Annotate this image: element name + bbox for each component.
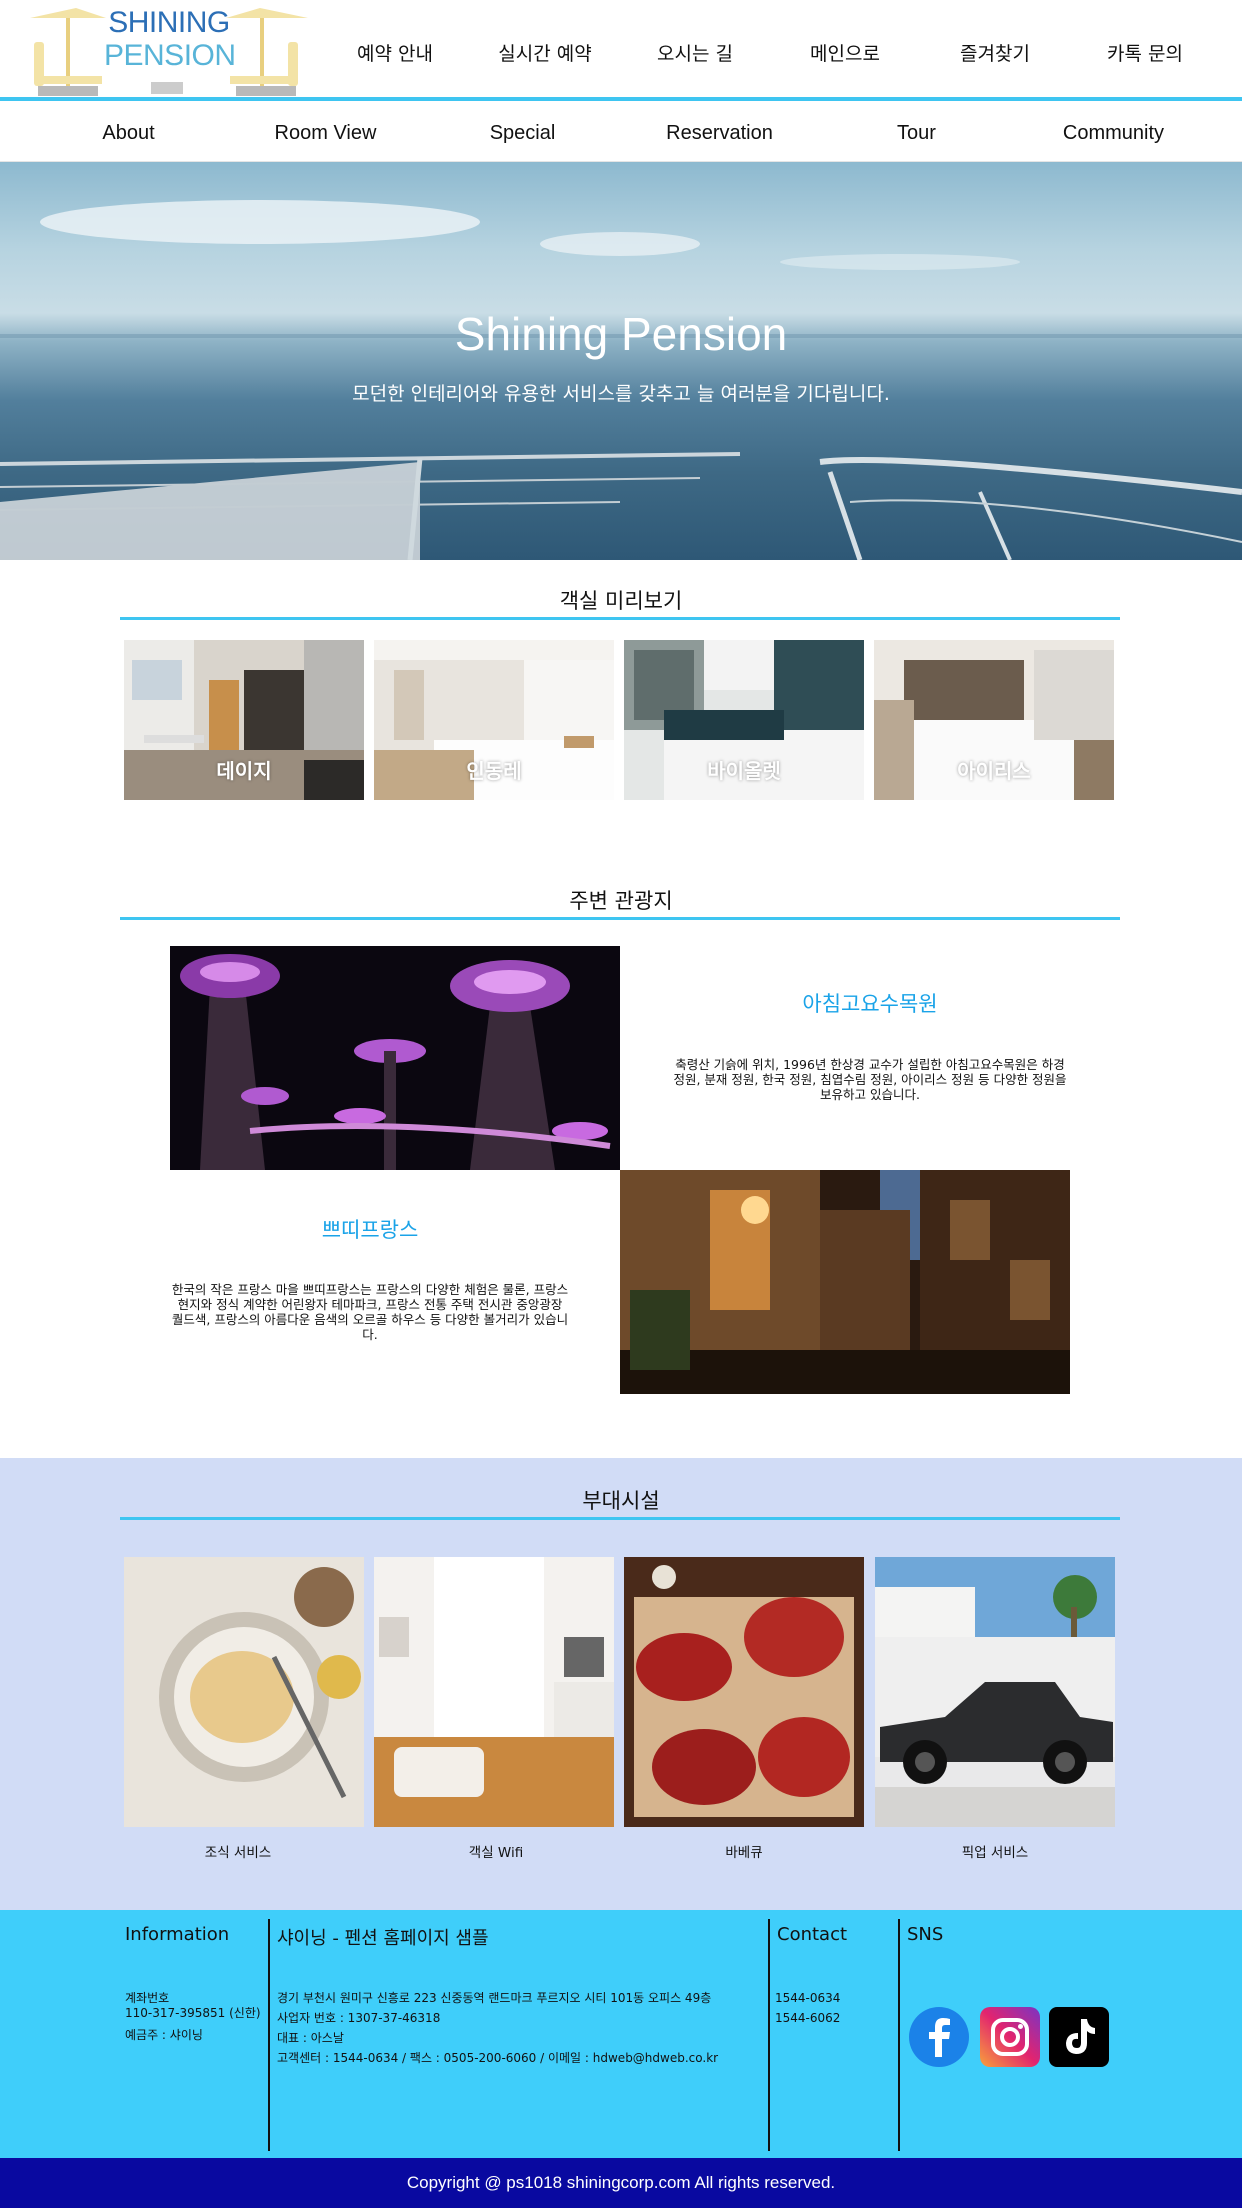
main-nav-special[interactable]: Special [424, 105, 621, 161]
top-nav-bookmark[interactable]: 즐겨찾기 [920, 36, 1070, 72]
facilities-divider [120, 1517, 1120, 1520]
facility-card-bbq[interactable] [624, 1557, 864, 1827]
facility-label-breakfast: 조식 서비스 [204, 1845, 272, 1861]
facility-card-wifi[interactable] [374, 1557, 614, 1827]
logo-text: SHINING PENSION [104, 6, 236, 72]
main-nav-reservation[interactable]: Reservation [621, 105, 818, 161]
footer-phone-1: 1544-0634 [775, 1991, 841, 2005]
facility-label-pickup: 픽업 서비스 [961, 1845, 1029, 1861]
main-nav-community[interactable]: Community [1015, 105, 1212, 161]
tour-image-garden[interactable] [170, 946, 620, 1170]
tour-desc-petite-france: 한국의 작은 프랑스 마을 쁘띠프랑스는 프랑스의 다양한 체험은 물론, 프랑… [171, 1282, 569, 1342]
pickup-truck-image [875, 1557, 1115, 1827]
footer-account-number: 110-317-395851 (신한) [125, 2006, 261, 2020]
facility-label-wifi: 객실 Wifi [468, 1845, 524, 1861]
footer-phone-2: 1544-6062 [775, 2011, 841, 2025]
tour-name-petite-france: 쁘띠프랑스 [321, 1218, 419, 1242]
top-nav-home[interactable]: 메인으로 [770, 36, 920, 72]
logo-line2: PENSION [104, 39, 236, 72]
footer-info-title: Information [125, 1924, 230, 1945]
tiktok-icon[interactable] [1049, 2007, 1109, 2067]
top-nav-reservation-guide[interactable]: 예약 안내 [320, 36, 470, 72]
main-nav-tour[interactable]: Tour [818, 105, 1015, 161]
facility-card-breakfast[interactable] [124, 1557, 364, 1827]
footer-sns-title: SNS [907, 1924, 944, 1945]
footer: Information 계좌번호 110-317-395851 (신한) 예금주… [0, 1910, 1242, 2158]
steak-image [624, 1557, 864, 1827]
hero-banner: Shining Pension 모던한 인테리어와 유용한 서비스를 갖추고 늘… [0, 162, 1242, 560]
room-label-daisy: 데이지 [216, 759, 272, 783]
footer-contact-line: 고객센터 : 1544-0634 / 팩스 : 0505-200-6060 / … [277, 2051, 719, 2065]
hero-sea-image [0, 200, 1242, 560]
room-card-indongre[interactable]: 인동레 [374, 640, 614, 800]
footer-divider-1 [268, 1919, 270, 2151]
village-night-image [620, 1170, 1070, 1394]
footer-divider-3 [898, 1919, 900, 2151]
top-nav-directions[interactable]: 오시는 길 [620, 36, 770, 72]
room-label-violet: 바이올렛 [707, 759, 781, 783]
instagram-icon[interactable] [980, 2007, 1040, 2067]
top-nav-kakao-inquiry[interactable]: 카톡 문의 [1070, 36, 1220, 72]
tour-name-garden: 아침고요수목원 [802, 992, 938, 1016]
room-label-iris: 아이리스 [957, 759, 1031, 783]
tour-section-title: 주변 관광지 [569, 889, 673, 913]
footer-divider-2 [768, 1919, 770, 2151]
pasta-image [124, 1557, 364, 1827]
facebook-icon[interactable] [909, 2007, 969, 2067]
main-nav-about[interactable]: About [30, 105, 227, 161]
facility-label-bbq: 바베큐 [725, 1845, 763, 1861]
facility-card-pickup[interactable] [875, 1557, 1115, 1827]
top-header: SHINING PENSION 예약 안내 실시간 예약 오시는 길 메인으로 … [0, 0, 1242, 101]
footer-business-no: 사업자 번호 : 1307-37-46318 [277, 2011, 441, 2025]
room-label-indongre: 인동레 [466, 759, 522, 783]
top-nav-realtime-reservation[interactable]: 실시간 예약 [470, 36, 620, 72]
room-card-violet[interactable]: 바이올렛 [624, 640, 864, 800]
logo-line1: SHINING [108, 6, 230, 39]
footer-address: 경기 부천시 원미구 신흥로 223 신중동역 랜드마크 푸르지오 시티 101… [277, 1991, 712, 2005]
footer-contact-title: Contact [777, 1924, 848, 1945]
main-nav-room-view[interactable]: Room View [227, 105, 424, 161]
footer-ceo: 대표 : 아스날 [277, 2031, 344, 2045]
logo[interactable]: SHINING PENSION [26, 4, 310, 98]
tour-image-petite-france[interactable] [620, 1170, 1070, 1394]
hero-subtitle: 모던한 인테리어와 유용한 서비스를 갖추고 늘 여러분을 기다립니다. [352, 383, 890, 405]
tour-divider [120, 917, 1120, 920]
tour-desc-garden: 축령산 기슭에 위치, 1996년 한상경 교수가 설립한 아침고요수목원은 하… [673, 1057, 1067, 1102]
main-nav: About Room View Special Reservation Tour… [0, 105, 1242, 162]
footer-account-holder: 예금주 : 샤이닝 [125, 2028, 203, 2042]
footer-account-label: 계좌번호 [125, 1991, 170, 2005]
facilities-section-title: 부대시설 [582, 1489, 660, 1513]
top-nav: 예약 안내 실시간 예약 오시는 길 메인으로 즐겨찾기 카톡 문의 [320, 36, 1220, 72]
hero-title: Shining Pension [454, 308, 788, 360]
footer-site-title: 샤이닝 - 펜션 홈페이지 샘플 [277, 1928, 489, 1949]
room-card-daisy[interactable]: 데이지 [124, 640, 364, 800]
rooms-section-title: 객실 미리보기 [559, 589, 683, 613]
copyright-bar: Copyright @ ps1018 shiningcorp.com All r… [0, 2158, 1242, 2208]
room-card-iris[interactable]: 아이리스 [874, 640, 1114, 800]
garden-night-image [170, 946, 620, 1170]
room-interior-image [374, 1557, 614, 1827]
rooms-divider [120, 617, 1120, 620]
